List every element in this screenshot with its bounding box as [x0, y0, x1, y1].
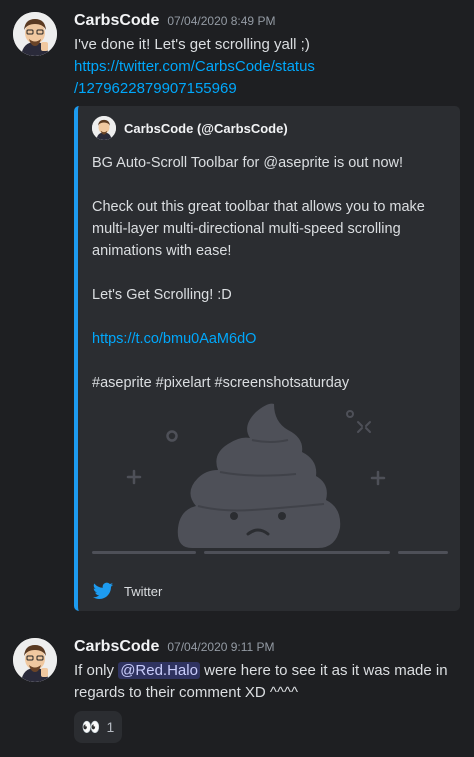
embed-line-2: Check out this great toolbar that allows… — [92, 199, 425, 259]
message-text-before: If only — [74, 662, 119, 679]
embed-avatar-image — [92, 116, 116, 140]
reaction-count: 1 — [106, 719, 115, 735]
message-content: I've done it! Let's get scrolling yall ;… — [74, 34, 466, 100]
timestamp: 07/04/2020 8:49 PM — [167, 14, 276, 28]
eyes-emoji-icon: 👀 — [81, 718, 101, 736]
embed-line-1: BG Auto-Scroll Toolbar for @aseprite is … — [92, 155, 404, 171]
user-avatar[interactable] — [13, 12, 57, 56]
twitter-bird-icon — [92, 582, 114, 599]
tweet-link-line-1[interactable]: https://twitter.com/CarbsCode/status — [74, 56, 466, 78]
username[interactable]: CarbsCode — [74, 12, 159, 30]
message-header: CarbsCode 07/04/2020 8:49 PM — [74, 12, 275, 30]
message-header: CarbsCode 07/04/2020 9:11 PM — [74, 638, 275, 656]
username[interactable]: CarbsCode — [74, 638, 159, 656]
reaction-eyes[interactable]: 👀 1 — [74, 711, 122, 743]
embed-footer-text: Twitter — [124, 583, 163, 599]
embed-description: BG Auto-Scroll Toolbar for @aseprite is … — [92, 152, 448, 394]
timestamp: 07/04/2020 9:11 PM — [167, 640, 275, 654]
avatar-image — [13, 638, 57, 682]
user-avatar[interactable] — [13, 638, 57, 682]
message-text: I've done it! Let's get scrolling yall ;… — [74, 36, 310, 53]
embed-footer: Twitter — [92, 580, 162, 602]
message-content: If only @Red.Halo were here to see it as… — [74, 660, 466, 704]
twitter-embed: CarbsCode (@CarbsCode) BG Auto-Scroll To… — [74, 106, 460, 611]
message-1: CarbsCode 07/04/2020 8:49 PM I've done i… — [0, 0, 474, 620]
avatar-image — [13, 12, 57, 56]
embed-author-avatar — [92, 116, 116, 140]
message-2: CarbsCode 07/04/2020 9:11 PM If only @Re… — [0, 620, 474, 757]
embed-author-name[interactable]: CarbsCode (@CarbsCode) — [124, 121, 288, 136]
embed-link[interactable]: https://t.co/bmu0AaM6dO — [92, 331, 256, 347]
embed-line-3: Let's Get Scrolling! :D — [92, 287, 232, 303]
tweet-link-line-2[interactable]: /1279622879907155969 — [74, 78, 466, 100]
broken-image-placeholder-icon[interactable] — [92, 388, 448, 572]
embed-author[interactable]: CarbsCode (@CarbsCode) — [92, 116, 288, 140]
user-mention[interactable]: @Red.Halo — [118, 662, 200, 679]
